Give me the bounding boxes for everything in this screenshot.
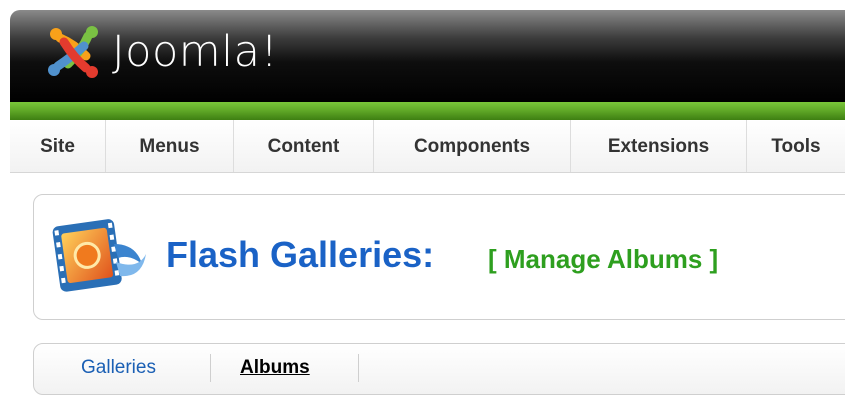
- tab-albums[interactable]: Albums: [240, 354, 310, 382]
- menu-extensions[interactable]: Extensions: [571, 120, 747, 172]
- joomla-logo-icon: [48, 26, 98, 78]
- tab-galleries[interactable]: Galleries: [81, 354, 156, 382]
- menu-site[interactable]: Site: [10, 120, 106, 172]
- joomla-logo-text: Joomla!: [112, 27, 279, 77]
- page-title: Flash Galleries:: [166, 234, 435, 275]
- menu-components[interactable]: Components: [374, 120, 571, 172]
- menu-content[interactable]: Content: [234, 120, 374, 172]
- main-menu-bar: Site Menus Content Components Extensions…: [10, 120, 845, 173]
- menu-tools[interactable]: Tools: [747, 120, 845, 172]
- admin-header: Joomla!: [10, 10, 845, 102]
- menu-menus[interactable]: Menus: [106, 120, 234, 172]
- tab-divider: [358, 354, 359, 382]
- tab-divider: [210, 354, 211, 382]
- film-gallery-icon: [52, 219, 146, 292]
- page-subtitle: [ Manage Albums ]: [488, 244, 719, 274]
- header-accent-bar: [10, 102, 845, 120]
